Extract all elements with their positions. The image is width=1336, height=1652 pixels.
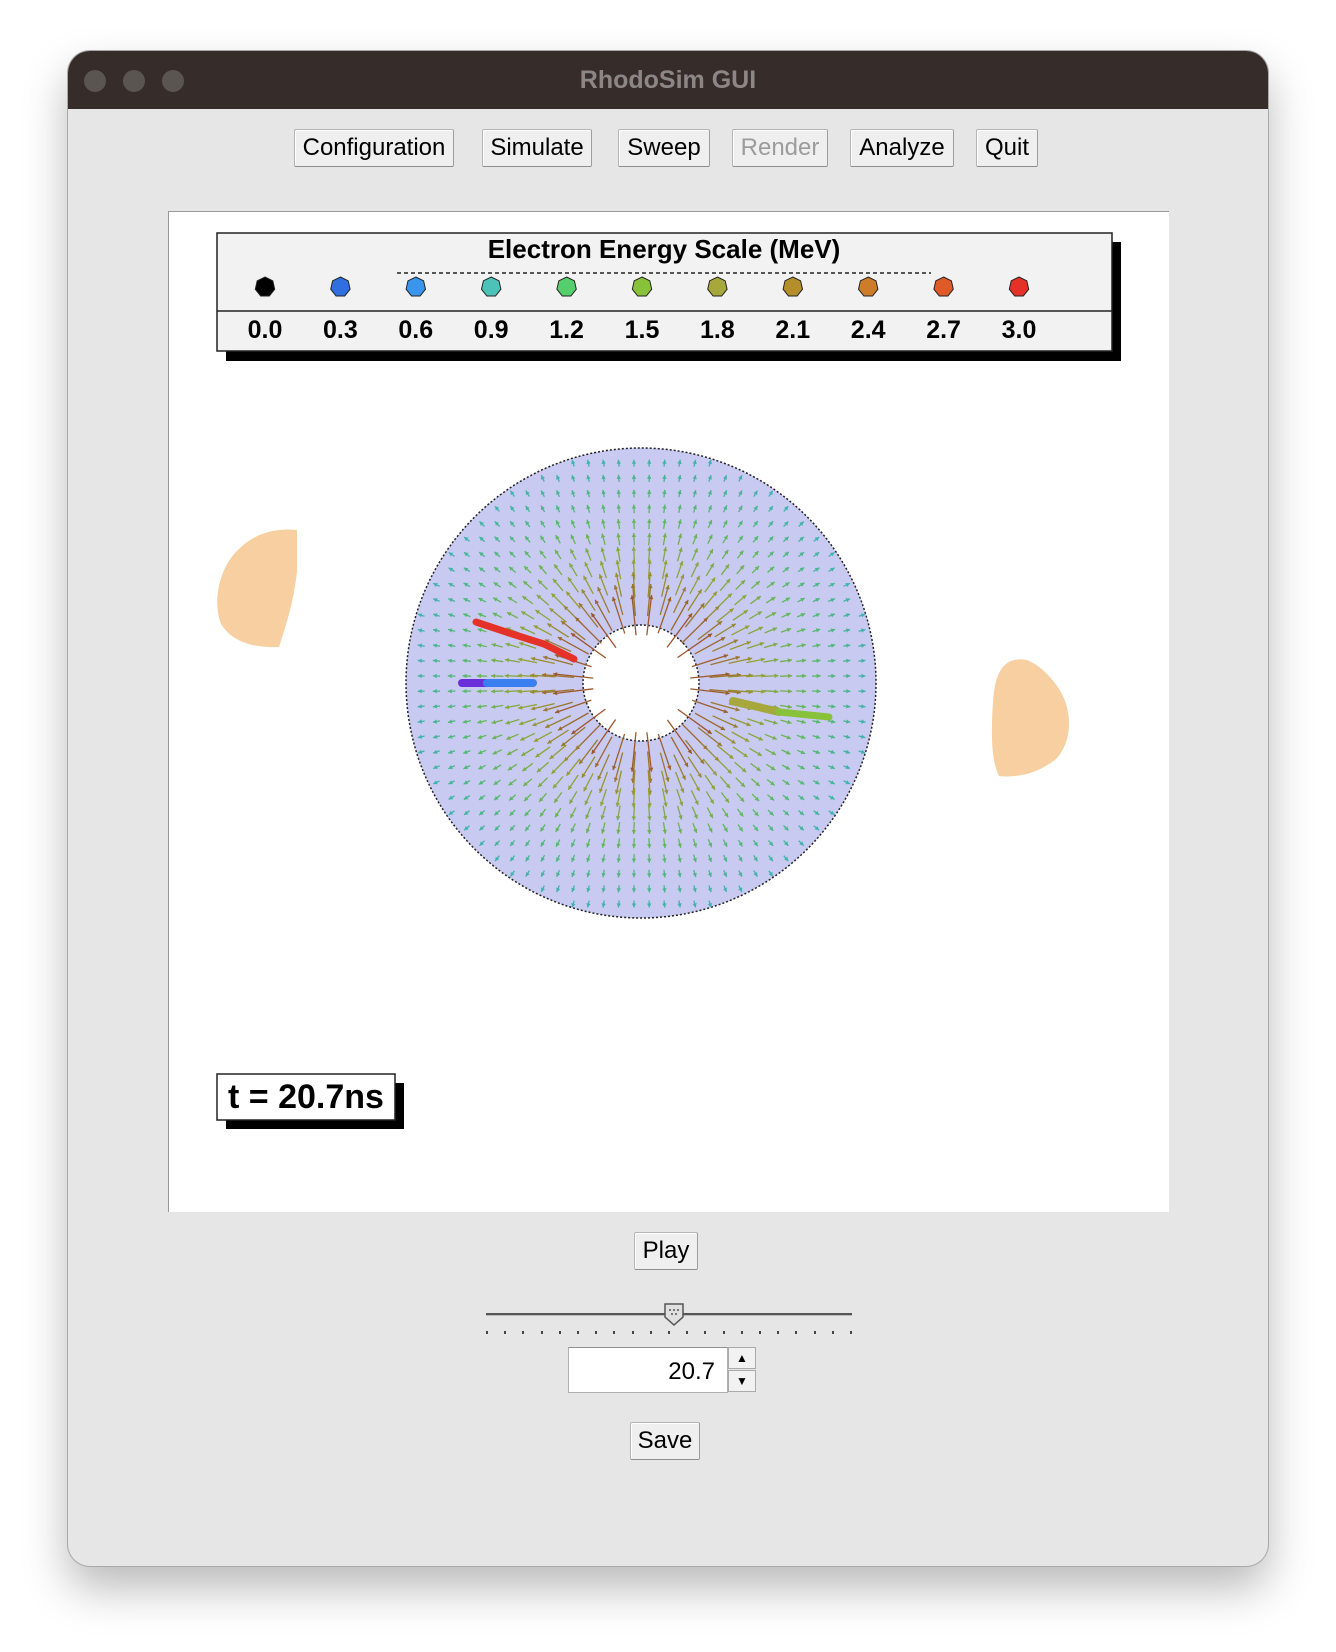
slider-tick: [595, 1331, 598, 1334]
slider-tick: [486, 1331, 488, 1334]
slider-tick: [540, 1331, 543, 1334]
app-window: RhodoSim GUI Configuration Simulate Swee…: [68, 51, 1268, 1566]
slider-tick: [704, 1331, 707, 1334]
play-button[interactable]: Play: [634, 1232, 698, 1270]
legend-marker-2: [405, 276, 427, 297]
quit-button[interactable]: Quit: [976, 129, 1038, 167]
slider-tick: [722, 1331, 725, 1334]
slider-tick: [522, 1331, 525, 1334]
configuration-button[interactable]: Configuration: [294, 129, 454, 167]
slider-tick: [850, 1331, 852, 1334]
window-title: RhodoSim GUI: [579, 66, 757, 94]
slider-tick: [668, 1331, 670, 1334]
increment-arrow-icon[interactable]: ▲: [728, 1347, 756, 1369]
slider-tick: [686, 1331, 689, 1334]
legend-label-10: 3.0: [1001, 316, 1037, 344]
slider-tick: [777, 1331, 780, 1334]
render-button[interactable]: Render: [732, 129, 828, 167]
legend-label-2: 0.6: [398, 316, 434, 344]
legend-marker-10: [1008, 276, 1030, 297]
legend-label-8: 2.4: [850, 316, 886, 344]
slider-tick: [740, 1331, 743, 1334]
analyze-button[interactable]: Analyze: [850, 129, 954, 167]
legend-label-9: 2.7: [926, 316, 961, 344]
legend-marker-6: [707, 276, 728, 297]
time-spinbox-input[interactable]: 20.7: [568, 1347, 728, 1393]
legend-marker-7: [782, 276, 804, 297]
time-label: t = 20.7ns: [228, 1078, 384, 1116]
legend-marker-1: [330, 276, 351, 297]
magnet-left: [217, 529, 297, 648]
legend-marker-3: [480, 276, 502, 297]
magnet-right: [991, 659, 1069, 777]
save-button[interactable]: Save: [630, 1422, 700, 1460]
legend-marker-5: [631, 276, 653, 297]
slider-tick: [831, 1331, 834, 1334]
slider-tick: [504, 1331, 507, 1334]
legend-label-0: 0.0: [247, 316, 283, 344]
time-slider-ticks: [486, 1331, 852, 1337]
legend-title: Electron Energy Scale (MeV): [487, 234, 841, 264]
slider-tick: [631, 1331, 634, 1334]
sweep-button[interactable]: Sweep: [618, 129, 710, 167]
simulate-button[interactable]: Simulate: [482, 129, 592, 167]
legend-marker-8: [857, 276, 879, 297]
slider-tick: [558, 1331, 561, 1334]
title-bar[interactable]: RhodoSim GUI: [68, 51, 1268, 109]
legend-label-1: 0.3: [323, 316, 358, 344]
legend-label-5: 1.5: [624, 316, 660, 344]
decrement-arrow-icon[interactable]: ▼: [728, 1370, 756, 1392]
legend-marker-9: [933, 276, 954, 297]
time-slider-thumb[interactable]: [663, 1302, 685, 1326]
legend-marker-0: [254, 276, 276, 297]
time-spinbox-arrows: ▲ ▼: [728, 1347, 756, 1393]
slider-tick: [795, 1331, 798, 1334]
legend-label-6: 1.8: [700, 316, 735, 344]
legend-label-4: 1.2: [549, 316, 584, 344]
legend-marker-4: [556, 276, 577, 297]
slider-tick: [577, 1331, 579, 1334]
legend-label-7: 2.1: [775, 316, 811, 344]
slider-tick: [613, 1331, 616, 1334]
slider-tick: [649, 1331, 652, 1334]
slider-tick: [759, 1331, 761, 1334]
simulation-plot: [216, 232, 1121, 1129]
legend-label-3: 0.9: [473, 316, 509, 344]
electron-bunch-right: [775, 708, 833, 721]
slider-tick: [813, 1331, 816, 1334]
simulation-canvas[interactable]: Electron Energy Scale (MeV) 0.0 0.3 0.6 0.9…: [168, 211, 1169, 1212]
